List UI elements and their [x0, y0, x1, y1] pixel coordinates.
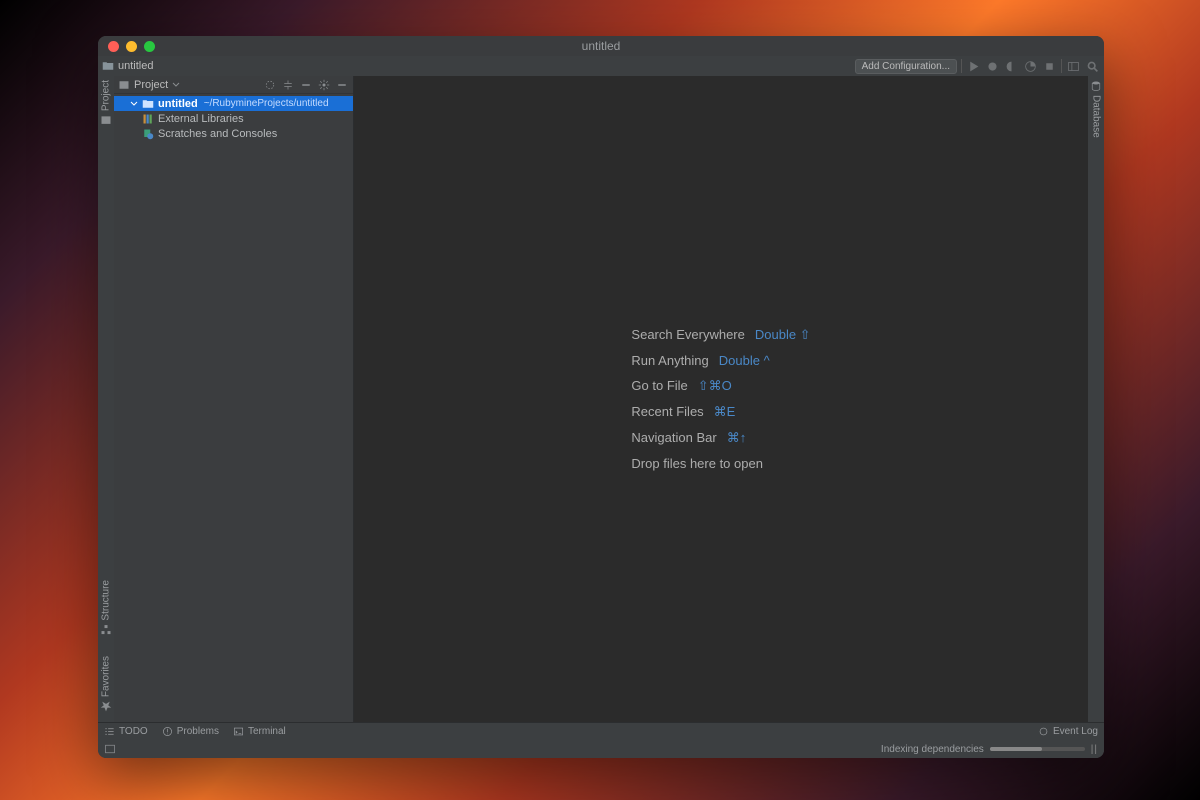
progress-bar — [990, 747, 1085, 751]
traffic-lights — [108, 41, 155, 52]
project-tree: untitled ~/RubymineProjects/untitled Ext… — [114, 94, 353, 722]
tool-tab-project[interactable]: Project — [100, 80, 112, 126]
folder-icon — [142, 98, 154, 110]
add-configuration-button[interactable]: Add Configuration... — [855, 59, 957, 74]
tree-root-label: untitled — [158, 98, 198, 110]
collapse-all-icon[interactable] — [299, 78, 313, 92]
workspace: Project Structure Favorites Project — [98, 76, 1104, 722]
profile-button[interactable] — [1023, 59, 1038, 74]
stop-button[interactable] — [1042, 59, 1057, 74]
tool-tab-favorites[interactable]: Favorites — [100, 656, 112, 712]
tool-tab-problems[interactable]: Problems — [162, 726, 219, 737]
tool-tab-event-log[interactable]: Event Log — [1038, 726, 1098, 737]
tree-scratches[interactable]: Scratches and Consoles — [114, 126, 353, 141]
status-text: Indexing dependencies — [881, 744, 984, 755]
gear-icon[interactable] — [317, 78, 331, 92]
sidebar-header: Project — [114, 76, 353, 94]
hint-search-everywhere: Search EverywhereDouble ⇧ — [631, 327, 810, 343]
tool-window-toggle-icon[interactable] — [104, 743, 116, 755]
folder-icon — [102, 60, 114, 72]
hint-drop-files: Drop files here to open — [631, 456, 810, 471]
hint-recent-files: Recent Files⌘E — [631, 404, 810, 420]
chevron-down-icon — [130, 100, 138, 108]
hint-run-anything: Run AnythingDouble ^ — [631, 353, 810, 368]
tree-root-path: ~/RubymineProjects/untitled — [204, 98, 329, 109]
project-sidebar: Project untitled ~/RubymineProjects/unti… — [114, 76, 354, 722]
hide-icon[interactable] — [335, 78, 349, 92]
library-icon — [142, 113, 154, 125]
close-window-button[interactable] — [108, 41, 119, 52]
editor-area[interactable]: Search EverywhereDouble ⇧ Run AnythingDo… — [354, 76, 1088, 722]
sidebar-title[interactable]: Project — [134, 79, 168, 91]
tree-root-node[interactable]: untitled ~/RubymineProjects/untitled — [114, 96, 353, 111]
breadcrumb[interactable]: untitled — [102, 60, 153, 72]
search-everywhere-button[interactable] — [1085, 59, 1100, 74]
welcome-hints: Search EverywhereDouble ⇧ Run AnythingDo… — [631, 327, 810, 471]
expand-all-icon[interactable] — [281, 78, 295, 92]
hint-navigation-bar: Navigation Bar⌘↑ — [631, 430, 810, 446]
ide-window: untitled untitled Add Configuration... P… — [98, 36, 1104, 758]
left-tool-gutter: Project Structure Favorites — [98, 76, 114, 722]
scratches-icon — [142, 128, 154, 140]
main-toolbar: untitled Add Configuration... — [98, 56, 1104, 76]
minimize-window-button[interactable] — [126, 41, 137, 52]
tool-tab-database[interactable]: Database — [1090, 80, 1102, 138]
chevron-down-icon[interactable] — [172, 81, 180, 89]
right-tool-gutter: Database — [1088, 76, 1104, 722]
zoom-window-button[interactable] — [144, 41, 155, 52]
select-opened-file-icon[interactable] — [263, 78, 277, 92]
tool-tab-terminal[interactable]: Terminal — [233, 726, 286, 737]
project-view-icon — [118, 79, 130, 91]
run-with-coverage-button[interactable] — [1004, 59, 1019, 74]
pause-icon[interactable]: || — [1091, 744, 1098, 755]
hint-go-to-file: Go to File⇧⌘O — [631, 378, 810, 394]
breadcrumb-text: untitled — [118, 60, 153, 72]
bottom-tool-tabs: TODO Problems Terminal Event Log — [98, 722, 1104, 740]
layout-settings-button[interactable] — [1066, 59, 1081, 74]
tool-tab-structure[interactable]: Structure — [100, 580, 112, 636]
tool-tab-todo[interactable]: TODO — [104, 726, 148, 737]
debug-button[interactable] — [985, 59, 1000, 74]
status-bar: Indexing dependencies || — [98, 740, 1104, 758]
tree-external-libraries[interactable]: External Libraries — [114, 111, 353, 126]
run-button[interactable] — [966, 59, 981, 74]
window-title: untitled — [98, 39, 1104, 53]
titlebar: untitled — [98, 36, 1104, 56]
